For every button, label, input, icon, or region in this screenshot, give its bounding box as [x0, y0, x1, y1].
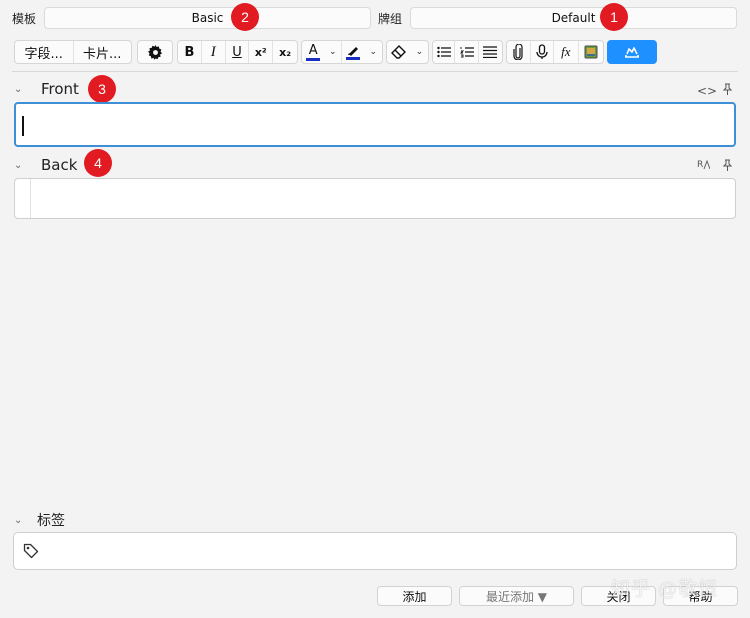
chevron-down-icon: ⌄ — [328, 47, 337, 57]
italic-icon: I — [210, 43, 216, 60]
image-occlusion-button[interactable] — [579, 41, 603, 63]
color-group: A ⌄ ⌄ — [301, 40, 383, 64]
paperclip-icon — [513, 44, 523, 60]
bullet-list-icon — [436, 46, 451, 58]
tags-label: 标签 — [37, 513, 65, 529]
deck-value: Default — [551, 11, 596, 25]
back-field-editor[interactable] — [14, 178, 736, 219]
underline-icon: U — [232, 44, 242, 60]
notetype-value: Basic — [191, 11, 224, 25]
media-group: fx — [506, 40, 604, 64]
options-button[interactable] — [138, 41, 172, 63]
microphone-icon — [536, 44, 548, 59]
fields-button[interactable]: 字段... — [15, 41, 74, 63]
italic-button[interactable]: I — [202, 41, 226, 63]
bullet-list-button[interactable] — [433, 41, 456, 63]
bold-icon: B — [184, 44, 195, 60]
notetype-selector[interactable]: Basic — [44, 7, 371, 29]
math-button[interactable]: fx — [554, 41, 579, 63]
tags-header[interactable]: ⌄ 标签 — [14, 510, 65, 530]
underline-button[interactable]: U — [226, 41, 250, 63]
front-field-editor[interactable] — [14, 102, 736, 147]
chevron-down-icon: ⌄ — [369, 47, 377, 57]
front-field-label: Front — [41, 80, 79, 98]
cards-button-label: 卡片... — [83, 46, 122, 62]
annotation-badge-1: 1 — [600, 3, 628, 31]
eraser-icon — [390, 45, 406, 59]
highlight-icon — [346, 45, 361, 60]
cards-button[interactable]: 卡片... — [74, 41, 132, 63]
cloud-button[interactable] — [607, 40, 657, 64]
svg-text:R: R — [697, 160, 703, 170]
bold-button[interactable]: B — [178, 41, 202, 63]
math-icon: fx — [561, 44, 571, 59]
subscript-icon: x₂ — [279, 45, 292, 59]
back-field-gutter — [30, 179, 31, 218]
chevron-down-icon: ⌄ — [14, 83, 23, 95]
text-color-dropdown[interactable]: ⌄ — [324, 41, 343, 63]
chevron-down-icon: ⌄ — [14, 159, 23, 171]
rich-text-toggle-icon[interactable]: R — [697, 158, 710, 170]
add-button-label: 添加 — [402, 589, 427, 604]
highlight-button[interactable] — [342, 41, 364, 63]
annotation-badge-4: 4 — [84, 149, 112, 177]
text-cursor — [22, 116, 24, 136]
align-button[interactable] — [479, 41, 502, 63]
superscript-icon: x² — [254, 45, 267, 59]
image-occlusion-icon — [584, 45, 598, 59]
subscript-button[interactable]: x₂ — [273, 41, 297, 63]
eraser-dropdown[interactable]: ⌄ — [411, 41, 428, 63]
pin-icon[interactable] — [723, 159, 732, 171]
eraser-group: ⌄ — [386, 40, 429, 64]
eraser-button[interactable] — [387, 41, 411, 63]
annotation-badge-3: 3 — [88, 75, 116, 103]
text-color-swatch — [306, 57, 321, 61]
align-icon — [483, 46, 498, 58]
cloud-icon — [625, 47, 639, 58]
highlight-dropdown[interactable]: ⌄ — [364, 41, 382, 63]
front-field-header[interactable]: ⌄ Front — [14, 80, 79, 98]
numbered-list-icon — [459, 47, 474, 58]
tags-editor[interactable] — [13, 532, 737, 570]
text-color-icon: A — [306, 42, 321, 61]
text-color-glyph: A — [308, 42, 318, 58]
fields-button-label: 字段... — [24, 46, 63, 62]
text-color-button[interactable]: A — [302, 41, 324, 63]
html-editor-toggle-icon[interactable]: <> — [697, 84, 717, 98]
history-button[interactable]: 最近添加 ▼ — [459, 586, 574, 606]
notetype-label: 模板 — [12, 12, 37, 26]
chevron-down-icon: ⌄ — [415, 47, 424, 57]
add-button[interactable]: 添加 — [377, 586, 452, 606]
highlight-swatch — [346, 56, 361, 60]
list-group — [432, 40, 503, 64]
annotation-badge-2: 2 — [231, 3, 259, 31]
pin-icon[interactable] — [723, 83, 732, 95]
deck-label: 牌组 — [378, 12, 403, 26]
attach-button[interactable] — [507, 41, 531, 63]
record-button[interactable] — [531, 41, 555, 63]
history-button-label: 最近添加 ▼ — [485, 589, 548, 604]
toolbar-divider — [12, 71, 738, 72]
chevron-down-icon: ⌄ — [14, 514, 23, 526]
numbered-list-button[interactable] — [455, 41, 479, 63]
options-group — [137, 40, 173, 64]
fields-cards-group: 字段... 卡片... — [14, 40, 132, 64]
tag-icon — [23, 543, 39, 559]
superscript-button[interactable]: x² — [249, 41, 274, 63]
gear-icon — [147, 44, 162, 60]
watermark: 知乎 @敬恒 — [611, 578, 719, 600]
format-group: B I U x² x₂ — [177, 40, 298, 64]
back-field-header[interactable]: ⌄ Back — [14, 156, 77, 174]
deck-selector[interactable]: Default — [410, 7, 737, 29]
back-field-label: Back — [41, 156, 78, 174]
